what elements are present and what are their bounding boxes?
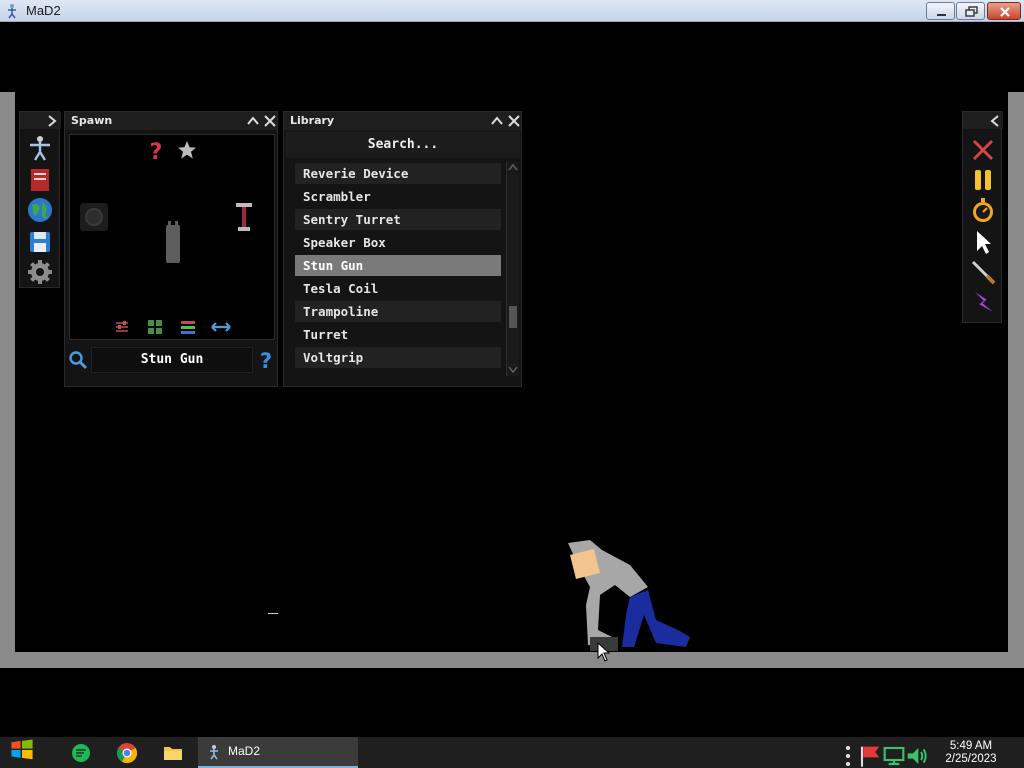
window-title: MaD2 (26, 3, 61, 18)
question-icon[interactable]: ? (146, 139, 166, 163)
library-item[interactable]: Voltgrip (295, 347, 501, 368)
lightning-tool-icon[interactable] (969, 288, 997, 316)
library-scrollbar[interactable] (506, 162, 519, 376)
chevron-right-icon[interactable] (44, 113, 60, 129)
library-item[interactable]: Turret (295, 324, 501, 345)
selected-item-name: Stun Gun (91, 347, 253, 373)
stopwatch-icon[interactable] (969, 196, 997, 224)
spawn-panel: Spawn ? Stun Gun ? (64, 111, 278, 387)
right-toolbar (962, 111, 1003, 323)
library-item[interactable]: Speaker Box (295, 232, 501, 253)
ragdoll-figure[interactable] (560, 535, 700, 655)
floor (0, 652, 1024, 668)
chat-app-icon[interactable] (69, 741, 93, 765)
star-icon[interactable] (177, 140, 197, 160)
library-panel-header: Library (284, 112, 521, 130)
library-list: Reverie Device Scrambler Sentry Turret Spea… (295, 163, 501, 373)
ragdoll-tool-icon[interactable] (26, 134, 54, 162)
stun-gun-item[interactable] (166, 221, 180, 263)
close-icon (1000, 7, 1010, 17)
delete-all-icon[interactable] (969, 136, 997, 164)
library-panel-title: Library (290, 114, 335, 127)
svg-text:?: ? (150, 140, 163, 163)
flag-icon[interactable] (858, 744, 882, 768)
chevron-up-icon[interactable] (489, 113, 505, 129)
chevron-left-icon[interactable] (987, 113, 1003, 129)
library-item[interactable]: Sentry Turret (295, 209, 501, 230)
sliders-filter-icon[interactable] (114, 319, 130, 335)
pointer-tool-icon[interactable] (969, 228, 997, 256)
network-icon[interactable] (882, 744, 906, 768)
globe-icon[interactable] (26, 196, 54, 224)
save-icon[interactable] (26, 228, 54, 256)
minimize-button[interactable] (926, 2, 955, 20)
svg-text:?: ? (260, 349, 272, 371)
minimize-icon (937, 14, 946, 16)
chrome-icon[interactable] (115, 741, 139, 765)
pedestal-item[interactable] (236, 203, 252, 231)
gear-icon[interactable] (26, 258, 54, 286)
volume-icon[interactable] (905, 744, 929, 768)
library-panel: Library Search... Reverie Device Scramble… (283, 111, 522, 387)
spawn-panel-header: Spawn (65, 112, 277, 130)
clock-date: 2/25/2023 (945, 753, 997, 765)
taskbar: MaD2 5:49 AM 2/25/2023 (0, 737, 1024, 768)
speaker-item[interactable] (80, 203, 108, 231)
grid-filter-icon[interactable] (147, 319, 163, 335)
left-wall (0, 92, 15, 668)
small-debris (268, 613, 278, 614)
app-icon (8, 4, 16, 19)
list-filter-icon[interactable] (180, 319, 196, 335)
app-icon (210, 745, 218, 760)
help-icon[interactable]: ? (257, 349, 275, 371)
close-window-button[interactable] (987, 2, 1021, 20)
library-item[interactable]: Scrambler (295, 186, 501, 207)
scroll-down-icon[interactable] (508, 366, 518, 374)
taskbar-app-label: MaD2 (228, 744, 261, 758)
spawn-panel-title: Spawn (71, 114, 113, 127)
scrollbar-thumb[interactable] (509, 306, 517, 328)
library-item[interactable]: Stun Gun (295, 255, 501, 276)
library-item[interactable]: Reverie Device (295, 163, 501, 184)
close-icon[interactable] (262, 113, 278, 129)
swap-arrows-icon[interactable] (210, 321, 232, 333)
clock-time: 5:49 AM (949, 740, 993, 752)
spawn-footer: Stun Gun ? (65, 344, 279, 380)
taskbar-app-mad2[interactable]: MaD2 (198, 737, 358, 768)
mouse-cursor-icon (597, 642, 611, 662)
close-icon[interactable] (506, 113, 522, 129)
chevron-up-icon[interactable] (245, 113, 261, 129)
windows-start-icon[interactable] (10, 737, 34, 761)
book-icon[interactable] (26, 166, 54, 194)
scroll-up-icon[interactable] (508, 163, 518, 171)
folder-icon[interactable] (161, 741, 185, 765)
restore-button[interactable] (956, 2, 985, 20)
left-toolbar (19, 111, 61, 288)
library-item[interactable]: Tesla Coil (295, 278, 501, 299)
pause-icon[interactable] (969, 166, 997, 194)
library-search-input[interactable]: Search... (286, 132, 520, 158)
system-clock[interactable]: 5:49 AM 2/25/2023 (934, 740, 1008, 766)
spawn-preview[interactable]: ? (69, 134, 275, 340)
left-toolbar-header (20, 112, 61, 129)
search-icon[interactable] (68, 350, 88, 370)
right-toolbar-header (963, 112, 1003, 129)
library-item[interactable]: Trampoline (295, 301, 501, 322)
knife-tool-icon[interactable] (969, 258, 997, 286)
window-titlebar: MaD2 (0, 0, 1024, 22)
more-options-icon[interactable] (836, 744, 860, 768)
right-wall (1008, 92, 1024, 668)
restore-icon (965, 6, 978, 17)
